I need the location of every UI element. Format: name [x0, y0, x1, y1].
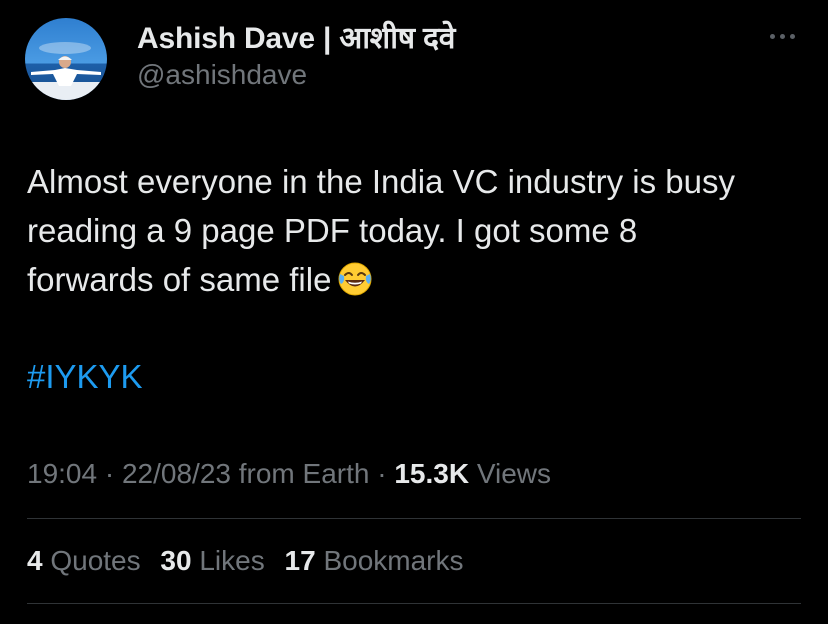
views-count: 15.3K — [394, 458, 470, 489]
face-with-tears-of-joy-icon — [337, 261, 373, 310]
tweet-card: Ashish Dave | आशीष दवे @ashishdave Almos… — [0, 0, 828, 624]
avatar-photo — [25, 18, 107, 100]
bookmarks-label: Bookmarks — [315, 545, 464, 576]
tweet-text-line: forwards of same file — [27, 255, 817, 310]
hashtag-link[interactable]: #IYKYK — [27, 354, 143, 400]
tweet-text-line: reading a 9 page PDF today. I got some 8 — [27, 212, 638, 249]
meta-separator: · — [369, 458, 395, 489]
tweet-text-line: Almost everyone in the India VC industry… — [27, 163, 736, 200]
avatar[interactable] — [25, 18, 107, 100]
more-options-button[interactable] — [762, 26, 802, 46]
likes-label: Likes — [191, 545, 265, 576]
tweet-text: Almost everyone in the India VC industry… — [27, 157, 817, 310]
more-dots-icon — [769, 33, 775, 39]
bookmarks-stat[interactable]: 17 Bookmarks — [285, 541, 464, 581]
engagement-stats: 4 Quotes 30 Likes 17 Bookmarks — [27, 541, 476, 581]
bookmarks-count: 17 — [284, 545, 316, 576]
likes-stat[interactable]: 30 Likes — [160, 541, 264, 581]
tweet-metadata: 19:04 · 22/08/23 from Earth · 15.3K View… — [27, 454, 551, 494]
tweet-date[interactable]: 22/08/23 — [122, 458, 231, 489]
quotes-label: Quotes — [42, 545, 141, 576]
divider — [27, 603, 801, 604]
quotes-count: 4 — [27, 545, 43, 576]
divider — [27, 518, 801, 519]
meta-separator: · — [97, 458, 122, 489]
more-dots-icon — [789, 33, 795, 39]
more-dots-icon — [779, 33, 785, 39]
quotes-stat[interactable]: 4 Quotes — [27, 541, 141, 581]
tweet-source: from Earth — [230, 458, 370, 489]
user-handle[interactable]: @ashishdave — [137, 59, 307, 91]
tweet-text-segment: forwards of same file — [27, 261, 332, 298]
likes-count: 30 — [160, 545, 192, 576]
tweet-time[interactable]: 19:04 — [27, 458, 97, 489]
display-name[interactable]: Ashish Dave | आशीष दवे — [137, 16, 455, 57]
views-label: Views — [469, 458, 552, 489]
